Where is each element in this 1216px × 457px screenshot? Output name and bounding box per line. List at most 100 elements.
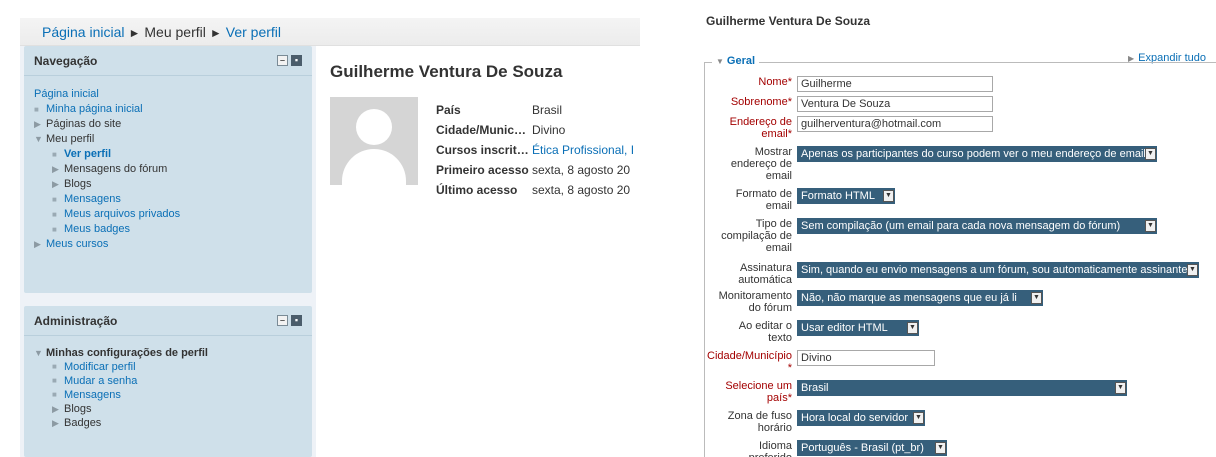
country-label: Selecione um país* bbox=[725, 380, 792, 404]
field-timezone: Zona de fuso horário Hora local do servid… bbox=[706, 410, 1216, 434]
timezone-label: Zona de fuso horário bbox=[727, 410, 792, 434]
bullet-icon: ■ bbox=[52, 376, 57, 385]
administration-block: Administração – ▪ ▼ Minhas configurações… bbox=[24, 306, 312, 457]
field-email-digest: Tipo de compilação de email Sem compilação… bbox=[706, 218, 1216, 254]
expand-arrow-icon[interactable]: ▶ bbox=[34, 117, 46, 132]
dropdown-arrow-icon[interactable]: ▼ bbox=[883, 190, 894, 202]
auto-subscribe-select[interactable]: Sim, quando eu envio mensagens a um fóru… bbox=[797, 262, 1199, 278]
last-name-input[interactable]: Ventura De Souza bbox=[797, 96, 993, 112]
nav-item-view-profile[interactable]: ■ Ver perfil bbox=[34, 147, 302, 162]
collapse-arrow-icon[interactable]: ▼ bbox=[34, 346, 46, 360]
dropdown-arrow-icon[interactable]: ▼ bbox=[935, 442, 946, 454]
nav-item-messages[interactable]: ■ Mensagens bbox=[34, 192, 302, 207]
forum-tracking-select[interactable]: Não, não marque as mensagens que eu já l… bbox=[797, 290, 1043, 306]
avatar-body-shape bbox=[342, 149, 406, 185]
email-format-label: Formato de email bbox=[735, 188, 792, 212]
bullet-icon: ■ bbox=[52, 390, 57, 399]
profile-view-panel: Página inicial ► Meu perfil ► Ver perfil Nav… bbox=[0, 0, 640, 457]
email-display-select[interactable]: Apenas os participantes do curso podem v… bbox=[797, 146, 1157, 162]
field-email-display: Mostrar endereço de email Apenas os partic… bbox=[706, 146, 1216, 182]
administration-tree: ▼ Minhas configurações de perfil ■ Modif… bbox=[24, 336, 312, 438]
profile-row-city: Cidade/Munic… Divino bbox=[436, 123, 566, 137]
breadcrumb-separator: ► bbox=[209, 26, 222, 40]
first-name-label: Nome* bbox=[758, 76, 792, 88]
fieldset-border-top bbox=[704, 62, 1216, 63]
nav-item-home[interactable]: Página inicial bbox=[34, 87, 302, 102]
breadcrumb-view-profile[interactable]: Ver perfil bbox=[226, 24, 281, 40]
dropdown-arrow-icon[interactable]: ▼ bbox=[913, 412, 924, 424]
expand-arrow-icon[interactable]: ▶ bbox=[52, 162, 64, 177]
dropdown-arrow-icon[interactable]: ▼ bbox=[1187, 264, 1198, 276]
navigation-tree: Página inicial ■ Minha página inicial ▶ … bbox=[24, 76, 312, 260]
nav-item-forum-posts[interactable]: ▶ Mensagens do fórum bbox=[34, 162, 302, 177]
email-format-select[interactable]: Formato HTML ▼ bbox=[797, 188, 895, 204]
profile-row-last-access: Último acesso sexta, 8 agosto 20 bbox=[436, 183, 631, 197]
field-text-editor: Ao editar o texto Usar editor HTML ▼ bbox=[706, 320, 1216, 344]
profile-row-country: País Brasil bbox=[436, 103, 563, 117]
dock-block-icon[interactable]: ▪ bbox=[291, 55, 302, 66]
field-forum-tracking: Monitoramento do fórum Não, não marque as… bbox=[706, 290, 1216, 314]
avatar-head-shape bbox=[356, 109, 392, 145]
bullet-icon: ■ bbox=[52, 150, 57, 159]
email-input[interactable]: guilherventura@hotmail.com bbox=[797, 116, 993, 132]
first-name-input[interactable]: Guilherme bbox=[797, 76, 993, 92]
city-input[interactable]: Divino bbox=[797, 350, 935, 366]
text-editor-select[interactable]: Usar editor HTML ▼ bbox=[797, 320, 919, 336]
admin-item-profile-settings[interactable]: ▼ Minhas configurações de perfil bbox=[34, 346, 302, 360]
breadcrumb-my-profile: Meu perfil bbox=[144, 24, 206, 40]
expand-arrow-icon[interactable]: ▶ bbox=[52, 177, 64, 192]
fieldset-legend-general[interactable]: ▼ Geral bbox=[712, 55, 760, 67]
navigation-block-title: Navegação bbox=[34, 53, 98, 68]
bullet-icon: ■ bbox=[34, 105, 39, 114]
breadcrumb: Página inicial ► Meu perfil ► Ver perfil bbox=[20, 18, 640, 46]
city-label: Cidade/Município * bbox=[707, 350, 792, 374]
field-email-format: Formato de email Formato HTML ▼ bbox=[706, 188, 1216, 212]
country-select[interactable]: Brasil ▼ bbox=[797, 380, 1127, 396]
admin-item-badges[interactable]: ▶ Badges bbox=[34, 416, 302, 430]
profile-name: Guilherme Ventura De Souza bbox=[330, 62, 563, 81]
bullet-icon: ■ bbox=[52, 225, 57, 234]
collapse-arrow-icon[interactable]: ▼ bbox=[34, 132, 46, 147]
auto-subscribe-label: Assinatura automática bbox=[738, 262, 792, 286]
nav-item-my-home[interactable]: ■ Minha página inicial bbox=[34, 102, 302, 117]
course-link[interactable]: Ética Profissional, I bbox=[532, 140, 634, 160]
profile-details: País Brasil Cidade/Munic… Divino Cursos … bbox=[436, 100, 640, 200]
bullet-icon: ■ bbox=[52, 362, 57, 371]
breadcrumb-separator: ► bbox=[128, 26, 141, 40]
admin-item-blogs[interactable]: ▶ Blogs bbox=[34, 402, 302, 416]
expand-arrow-icon[interactable]: ▶ bbox=[52, 416, 64, 430]
expand-arrow-icon[interactable]: ▶ bbox=[52, 402, 64, 416]
admin-item-messages[interactable]: ■ Mensagens bbox=[34, 388, 302, 402]
collapse-block-icon[interactable]: – bbox=[277, 55, 288, 66]
administration-block-header: Administração – ▪ bbox=[24, 306, 312, 336]
field-country: Selecione um país* Brasil ▼ bbox=[706, 380, 1216, 404]
dock-block-icon[interactable]: ▪ bbox=[291, 315, 302, 326]
dropdown-arrow-icon[interactable]: ▼ bbox=[1115, 382, 1126, 394]
breadcrumb-home[interactable]: Página inicial bbox=[42, 24, 125, 40]
dropdown-arrow-icon[interactable]: ▼ bbox=[1145, 220, 1156, 232]
fieldset-border-left bbox=[704, 62, 705, 457]
nav-item-private-files[interactable]: ■ Meus arquivos privados bbox=[34, 207, 302, 222]
nav-item-my-courses[interactable]: ▶ Meus cursos bbox=[34, 237, 302, 252]
bullet-icon: ■ bbox=[52, 210, 57, 219]
dropdown-arrow-icon[interactable]: ▼ bbox=[1031, 292, 1042, 304]
field-language: Idiomapreferido Português - Brasil (pt_b… bbox=[706, 440, 1216, 457]
admin-item-change-password[interactable]: ■ Mudar a senha bbox=[34, 374, 302, 388]
timezone-select[interactable]: Hora local do servidor ▼ bbox=[797, 410, 925, 426]
email-digest-select[interactable]: Sem compilação (um email para cada nova … bbox=[797, 218, 1157, 234]
form-title: Guilherme Ventura De Souza bbox=[706, 14, 871, 28]
nav-item-blogs[interactable]: ▶ Blogs bbox=[34, 177, 302, 192]
collapse-block-icon[interactable]: – bbox=[277, 315, 288, 326]
dropdown-arrow-icon[interactable]: ▼ bbox=[1145, 148, 1156, 160]
admin-item-edit-profile[interactable]: ■ Modificar perfil bbox=[34, 360, 302, 374]
nav-item-badges[interactable]: ■ Meus badges bbox=[34, 222, 302, 237]
dropdown-arrow-icon[interactable]: ▼ bbox=[907, 322, 918, 334]
expand-arrow-icon[interactable]: ▶ bbox=[34, 237, 46, 252]
edit-profile-panel: Guilherme Ventura De Souza ▶ Expandir tud… bbox=[642, 0, 1216, 457]
email-digest-label: Tipo de compilação de email bbox=[721, 218, 792, 254]
nav-item-my-profile[interactable]: ▼ Meu perfil bbox=[34, 132, 302, 147]
administration-block-title: Administração bbox=[34, 313, 118, 328]
nav-item-site-pages[interactable]: ▶ Páginas do site bbox=[34, 117, 302, 132]
field-auto-subscribe: Assinatura automática Sim, quando eu envi… bbox=[706, 262, 1216, 286]
language-select[interactable]: Português - Brasil (pt_br) ▼ bbox=[797, 440, 947, 456]
